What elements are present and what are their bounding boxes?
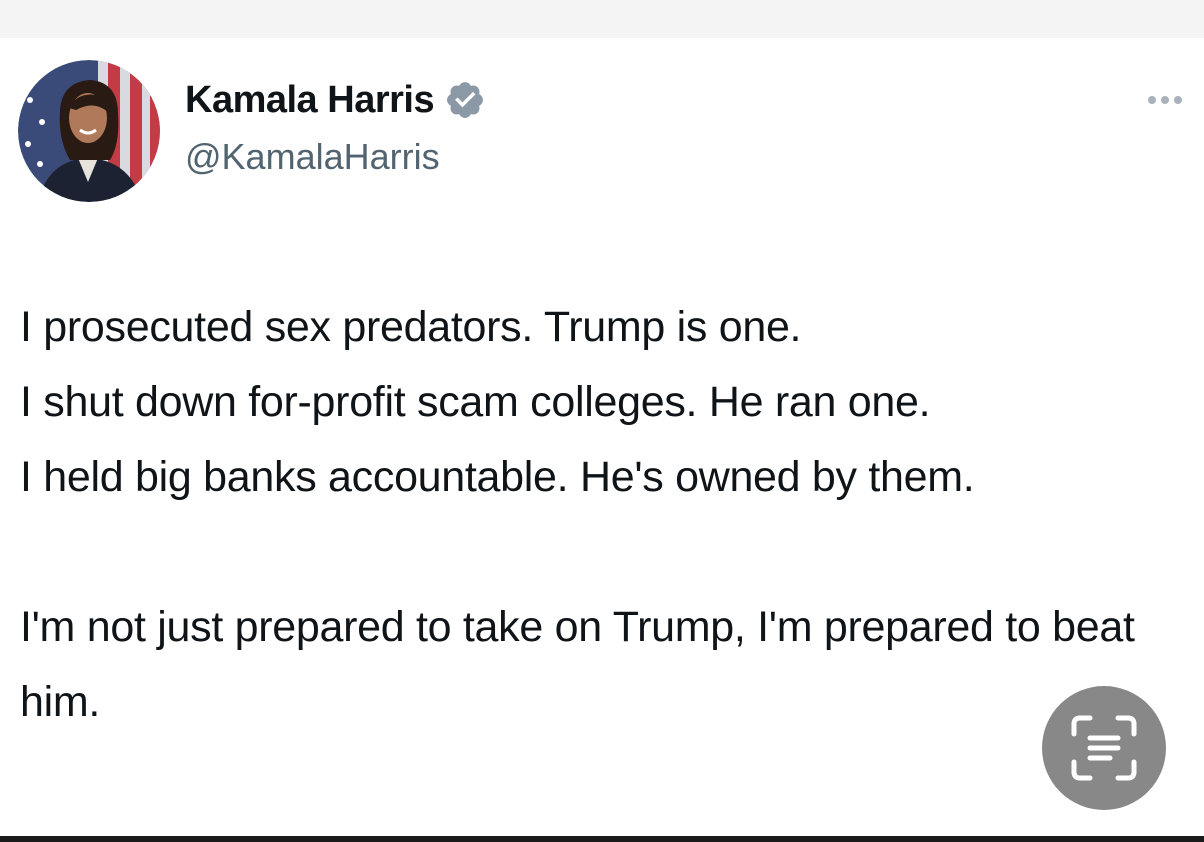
verified-badge-icon — [444, 79, 486, 121]
text-scan-icon — [1071, 715, 1137, 781]
tweet-body: I prosecuted sex predators. Trump is one… — [20, 290, 1200, 740]
author-row: Kamala Harris — [185, 78, 486, 122]
top-strip — [0, 0, 1204, 38]
author-handle[interactable]: @KamalaHarris — [185, 136, 440, 178]
tweet-paragraph-2: I'm not just prepared to take on Trump, … — [20, 603, 1135, 726]
more-dot — [1174, 96, 1182, 104]
avatar[interactable] — [18, 60, 160, 202]
tweet-paragraph-1: I prosecuted sex predators. Trump is one… — [20, 303, 975, 501]
tweet-card: Kamala Harris @KamalaHarris I prosecuted… — [0, 38, 1204, 838]
more-options-icon[interactable] — [1148, 96, 1182, 104]
more-dot — [1161, 96, 1169, 104]
bottom-border — [0, 836, 1204, 842]
author-name[interactable]: Kamala Harris — [185, 79, 435, 122]
avatar-image — [18, 60, 160, 202]
text-scan-button[interactable] — [1042, 686, 1166, 810]
more-dot — [1148, 96, 1156, 104]
